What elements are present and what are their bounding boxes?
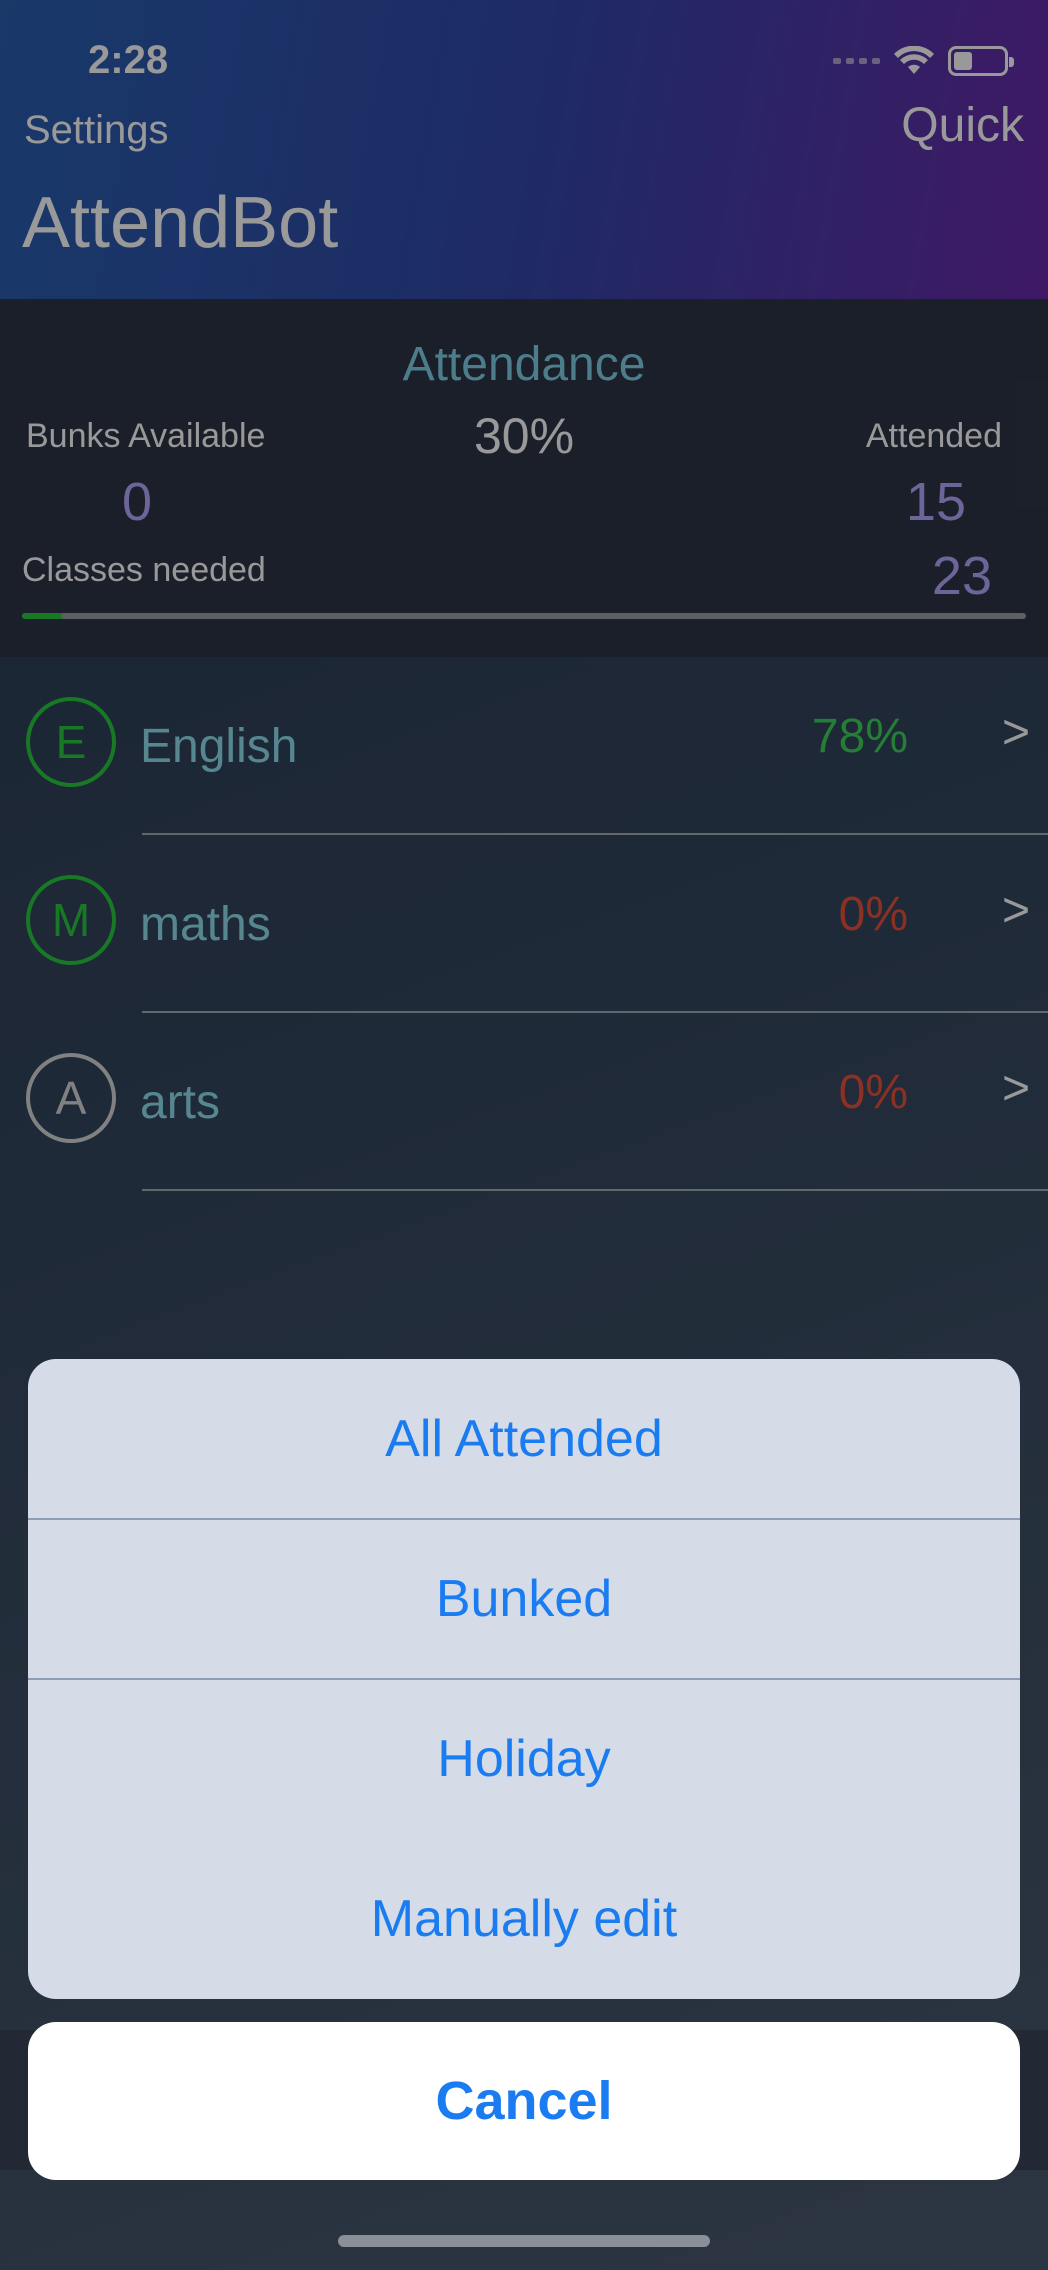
manually-edit-option[interactable]: Manually edit (28, 1839, 1020, 1999)
action-sheet: All Attended Bunked Holiday Manually edi… (28, 1359, 1020, 1999)
holiday-option[interactable]: Holiday (28, 1679, 1020, 1839)
bunked-option[interactable]: Bunked (28, 1519, 1020, 1679)
home-indicator[interactable] (338, 2235, 710, 2247)
all-attended-option[interactable]: All Attended (28, 1359, 1020, 1519)
cancel-button[interactable]: Cancel (28, 2022, 1020, 2180)
